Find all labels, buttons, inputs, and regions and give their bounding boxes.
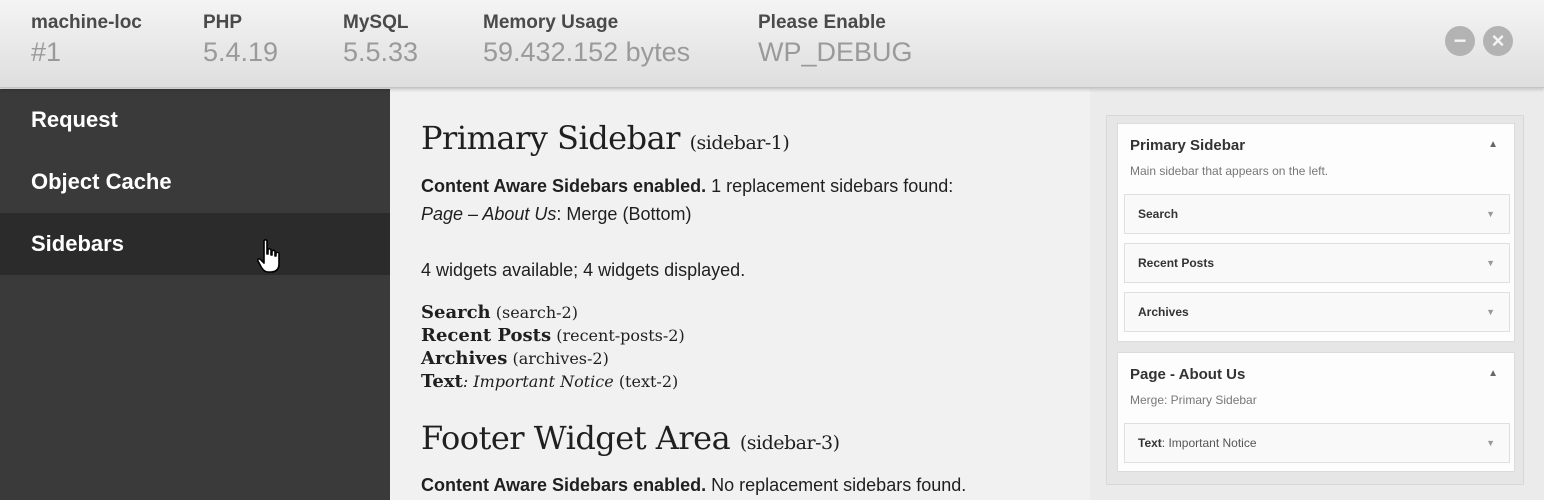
card-description: Main sidebar that appears on the left. bbox=[1130, 164, 1329, 178]
widget-row-label: Archives bbox=[1138, 305, 1189, 319]
expand-arrow-icon[interactable]: ▼ bbox=[1486, 244, 1495, 282]
close-icon[interactable]: × bbox=[1483, 26, 1513, 56]
cas-status-bold: Content Aware Sidebars enabled. bbox=[421, 176, 707, 196]
nav-item-request[interactable]: Request bbox=[0, 89, 390, 151]
widget-row-text[interactable]: Text: Important Notice ▼ bbox=[1124, 423, 1510, 463]
widget-row-sub: : Important Notice bbox=[1161, 436, 1257, 450]
stat-value: #1 bbox=[31, 37, 62, 67]
footer-cas-status: Content Aware Sidebars enabled. No repla… bbox=[421, 475, 966, 496]
replacement-line: Page – About Us: Merge (Bottom) bbox=[421, 204, 691, 225]
cas-status-text: 1 replacement sidebars found: bbox=[711, 176, 954, 196]
cas-status: Content Aware Sidebars enabled. 1 replac… bbox=[421, 176, 953, 197]
widget-name: Archives bbox=[421, 348, 508, 369]
stat-label: Memory Usage bbox=[483, 12, 619, 33]
widget-line: Archives (archives-2) bbox=[421, 348, 609, 369]
expand-arrow-icon[interactable]: ▼ bbox=[1486, 195, 1495, 233]
expand-arrow-icon[interactable]: ▼ bbox=[1486, 424, 1495, 462]
expand-arrow-icon[interactable]: ▼ bbox=[1486, 293, 1495, 331]
stat-machine: machine-loc #1 bbox=[31, 13, 142, 69]
widget-row-label: Recent Posts bbox=[1138, 256, 1215, 270]
section-title: Primary Sidebar bbox=[421, 119, 680, 157]
widget-id: (search-2) bbox=[495, 303, 578, 322]
card-title: Primary Sidebar bbox=[1130, 137, 1246, 154]
widgets-summary: 4 widgets available; 4 widgets displayed… bbox=[421, 260, 746, 280]
widget-name: Text bbox=[421, 371, 463, 392]
nav-item-object-cache[interactable]: Object Cache bbox=[0, 151, 390, 213]
debug-status-bar: machine-loc #1 PHP 5.4.19 MySQL 5.5.33 M… bbox=[0, 0, 1544, 88]
stat-value: 59.432.152 bytes bbox=[483, 37, 691, 67]
stat-label: PHP bbox=[203, 12, 243, 33]
widget-title: : Important Notice bbox=[462, 372, 614, 391]
stat-label: MySQL bbox=[343, 12, 409, 33]
main-content: Primary Sidebar (sidebar-1) Content Awar… bbox=[390, 89, 1090, 500]
widgets-panel: Primary Sidebar ▲ Main sidebar that appe… bbox=[1106, 115, 1524, 485]
widget-row-archives[interactable]: Archives ▼ bbox=[1124, 292, 1510, 332]
stat-debug: Please Enable WP_DEBUG bbox=[758, 13, 913, 69]
nav-item-label: Sidebars bbox=[31, 231, 124, 256]
widget-id: (recent-posts-2) bbox=[556, 326, 685, 345]
widget-name: Search bbox=[421, 302, 491, 323]
stat-php: PHP 5.4.19 bbox=[203, 13, 278, 69]
widget-name: Recent Posts bbox=[421, 325, 552, 346]
card-title: Page - About Us bbox=[1130, 366, 1246, 383]
primary-sidebar-heading: Primary Sidebar (sidebar-1) bbox=[421, 119, 790, 157]
replacement-page: Page – About Us bbox=[421, 204, 557, 224]
sidebar-card-page-about-us: Page - About Us ▲ Merge: Primary Sidebar… bbox=[1117, 352, 1515, 472]
widget-row-label: Search bbox=[1138, 207, 1179, 221]
widget-line: Recent Posts (recent-posts-2) bbox=[421, 325, 685, 346]
cas-status-text: No replacement sidebars found. bbox=[711, 475, 967, 495]
stat-label: Please Enable bbox=[758, 12, 886, 33]
hand-cursor-icon bbox=[256, 239, 280, 273]
footer-widget-area-heading: Footer Widget Area (sidebar-3) bbox=[421, 419, 840, 457]
collapse-arrow-icon[interactable]: ▲ bbox=[1488, 139, 1498, 150]
nav-item-sidebars[interactable]: Sidebars bbox=[0, 213, 390, 275]
sidebar-nav: Request Object Cache Sidebars bbox=[0, 89, 390, 500]
stat-value: WP_DEBUG bbox=[758, 37, 913, 67]
nav-item-label: Object Cache bbox=[31, 169, 172, 194]
section-id: (sidebar-3) bbox=[739, 432, 840, 454]
section-title: Footer Widget Area bbox=[421, 419, 731, 457]
collapse-arrow-icon[interactable]: ▲ bbox=[1488, 368, 1498, 379]
stat-memory: Memory Usage 59.432.152 bytes bbox=[483, 13, 690, 69]
widget-line: Search (search-2) bbox=[421, 302, 578, 323]
widget-row-recent-posts[interactable]: Recent Posts ▼ bbox=[1124, 243, 1510, 283]
replacement-mode: : Merge (Bottom) bbox=[556, 204, 692, 224]
stat-label: machine-loc bbox=[31, 12, 142, 33]
widget-id: (archives-2) bbox=[512, 349, 609, 368]
stat-value: 5.4.19 bbox=[203, 37, 279, 67]
cas-status-bold: Content Aware Sidebars enabled. bbox=[421, 475, 707, 495]
widget-row-label: Text bbox=[1138, 436, 1162, 450]
widget-line: Text: Important Notice (text-2) bbox=[421, 371, 678, 392]
card-description: Merge: Primary Sidebar bbox=[1130, 393, 1257, 407]
widget-id: (text-2) bbox=[618, 372, 679, 391]
sidebar-card-primary: Primary Sidebar ▲ Main sidebar that appe… bbox=[1117, 123, 1515, 342]
nav-item-label: Request bbox=[31, 107, 118, 132]
stat-mysql: MySQL 5.5.33 bbox=[343, 13, 418, 69]
section-id: (sidebar-1) bbox=[689, 132, 790, 154]
stat-value: 5.5.33 bbox=[343, 37, 419, 67]
minimize-icon[interactable]: − bbox=[1445, 26, 1475, 56]
widget-row-search[interactable]: Search ▼ bbox=[1124, 194, 1510, 234]
